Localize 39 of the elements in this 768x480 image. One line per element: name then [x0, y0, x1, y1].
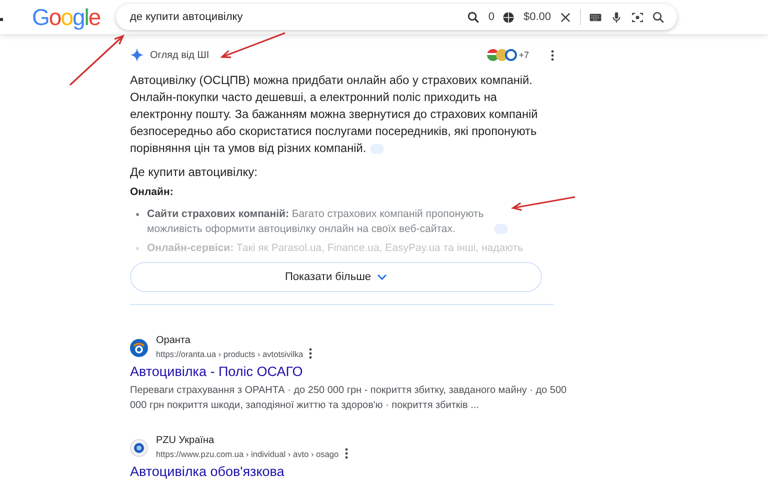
bullet-text: Онлайн-сервіси: Такі як Parasol.ua, Finance.ua, EasyPay.ua та інші, надають	[147, 241, 524, 256]
camera-lens-icon[interactable]	[631, 10, 644, 24]
result-counter: 0	[488, 11, 494, 23]
search-field[interactable]: де купити автоцивілку 0 $0.00	[116, 4, 677, 30]
google-logo[interactable]: Google	[32, 4, 116, 30]
more-options-icon[interactable]	[309, 347, 312, 360]
globe-icon[interactable]	[502, 10, 516, 24]
result-snippet: Переваги страхування з ОРАНТА · до 250 000 грн - покриття збитку, завданого майну · до 500 000 грн покриття шкоди, заподіяної життю та здоров'ю · покриття збитків ...	[130, 384, 568, 413]
more-sources-count[interactable]: +7	[518, 50, 529, 60]
site-name: PZU Україна	[156, 435, 216, 447]
bullet-text: Сайти страхових компаній: Багато страхових компаній пропонують можливість оформити автоцивілку онлайн на своїх веб-сайтах.	[147, 207, 485, 237]
search-icon[interactable]	[652, 10, 665, 24]
chevron-down-icon	[377, 274, 388, 280]
ai-overview-title: Огляд від ШІ	[150, 50, 210, 60]
section-heading: Онлайн:	[130, 186, 174, 199]
bullet-icon	[136, 247, 139, 250]
site-url: https://www.pzu.com.ua › individual › avto › osago	[156, 448, 339, 460]
more-options-icon[interactable]	[551, 48, 554, 62]
annotation-arrow	[69, 34, 124, 86]
site-url: https://oranta.ua › products › avtotsivilka	[156, 348, 304, 360]
overview-subheading: Де купити автоцивілку:	[130, 165, 258, 180]
bullet-icon	[136, 213, 139, 216]
annotation-arrow	[220, 32, 286, 58]
price-label: $0.00	[523, 11, 551, 23]
show-more-button[interactable]: Показати більше	[130, 262, 542, 292]
site-favicon	[130, 338, 148, 356]
site-favicon	[130, 438, 148, 456]
annotation-arrow	[510, 196, 576, 211]
result-title-link[interactable]: Автоцивілка обов'язкова	[130, 464, 284, 480]
source-favicon[interactable]	[504, 49, 517, 61]
result-title-link[interactable]: Автоцивілка - Поліс ОСАГО	[130, 364, 303, 380]
overview-paragraph: Автоцивілку (ОСЦПВ) можна придбати онлайн або у страхових компаній. Онлайн-покупки часто дешевші, а електронний поліс приходить на електронну пошту. За бажанням можна звернутися до страхових компаній безпосередньо або скористатися послугами посередників, які пропонують порівняння цін та умов від різних компаній.	[130, 72, 539, 157]
more-options-icon[interactable]	[344, 447, 348, 460]
search-icon[interactable]	[467, 10, 480, 24]
site-name: Оранта	[156, 335, 192, 347]
microphone-icon[interactable]	[610, 10, 623, 24]
source-favicon[interactable]	[486, 49, 499, 61]
sparkle-icon	[130, 48, 144, 62]
close-icon[interactable]	[559, 10, 572, 24]
